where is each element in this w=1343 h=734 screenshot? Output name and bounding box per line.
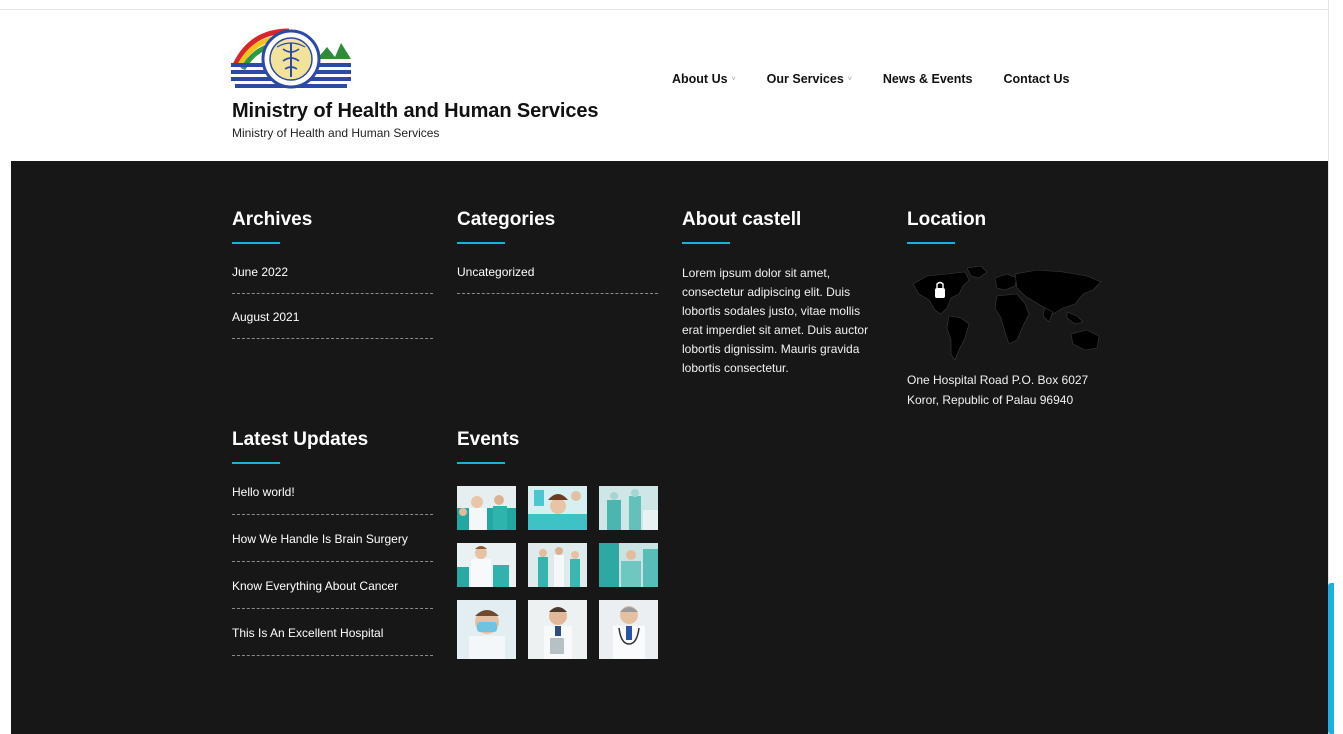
- operating-team-photo[interactable]: [599, 543, 658, 587]
- title-underline: [907, 242, 955, 244]
- page: Ministry of Health and Human Services Mi…: [0, 0, 1343, 734]
- nav-about-us[interactable]: About Us ˅: [672, 72, 736, 86]
- doctor-stethoscope-photo[interactable]: [599, 600, 658, 659]
- about-text: Lorem ipsum dolor sit amet, consectetur …: [682, 266, 869, 375]
- widget-title: Latest Updates: [232, 429, 369, 450]
- address-line: Koror, Republic of Palau 96940: [907, 393, 1074, 407]
- widget-title: About castell: [682, 209, 802, 230]
- categories-widget: Categories Uncategorized: [457, 209, 658, 310]
- nav-label: News & Events: [882, 72, 973, 86]
- doctors-group-photo[interactable]: [457, 543, 516, 587]
- nav-contact-us[interactable]: Contact Us: [1004, 72, 1070, 86]
- address-line: One Hospital Road P.O. Box 6027: [907, 373, 1089, 387]
- post-link[interactable]: Know Everything About Cancer: [232, 579, 433, 609]
- title-underline: [232, 242, 280, 244]
- site-header: Ministry of Health and Human Services Mi…: [11, 10, 1328, 161]
- chevron-down-icon: ˅: [731, 75, 736, 83]
- archive-link[interactable]: August 2021: [232, 310, 433, 339]
- title-underline: [457, 462, 505, 464]
- post-link[interactable]: This Is An Excellent Hospital: [232, 626, 433, 656]
- nav-label: About Us: [672, 72, 728, 86]
- nav-news-events[interactable]: News & Events: [883, 72, 973, 86]
- events-widget: Events: [457, 429, 658, 659]
- site-footer: Archives June 2022 August 2021 Categorie…: [11, 161, 1328, 734]
- title-underline: [682, 242, 730, 244]
- nav-label: Contact Us: [1003, 72, 1070, 86]
- title-underline: [457, 242, 505, 244]
- latest-updates-widget: Latest Updates Hello world! How We Handl…: [232, 429, 433, 673]
- about-widget: About castell Lorem ipsum dolor sit amet…: [682, 209, 882, 378]
- archives-widget: Archives June 2022 August 2021: [232, 209, 433, 355]
- category-link[interactable]: Uncategorized: [457, 265, 658, 294]
- dentist-patient-photo[interactable]: [528, 486, 587, 530]
- nurses-hallway-photo[interactable]: [528, 543, 587, 587]
- masked-doctor-photo[interactable]: [457, 600, 516, 659]
- nav-label: Our Services: [766, 72, 844, 86]
- left-margin: [0, 10, 11, 734]
- site-tagline: Ministry of Health and Human Services: [232, 126, 440, 140]
- location-widget: Location One Hospital Road P.O. Box 6027…: [907, 209, 1107, 410]
- site-title[interactable]: Ministry of Health and Human Services: [232, 100, 599, 123]
- widget-title: Categories: [457, 209, 556, 230]
- doctor-clipboard-photo[interactable]: [528, 600, 587, 659]
- post-link[interactable]: How We Handle Is Brain Surgery: [232, 532, 433, 562]
- categories-list: Uncategorized: [457, 265, 658, 294]
- events-gallery: [457, 486, 658, 659]
- widget-title: Events: [457, 429, 520, 450]
- archive-link[interactable]: June 2022: [232, 265, 433, 294]
- world-map-icon: [907, 264, 1107, 364]
- nav-our-services[interactable]: Our Services ˅: [767, 72, 852, 86]
- scrollbar-thumb[interactable]: [1328, 583, 1334, 734]
- post-link[interactable]: Hello world!: [232, 485, 433, 515]
- medical-team-photo[interactable]: [457, 486, 516, 530]
- ministry-seal-icon[interactable]: [231, 27, 351, 91]
- address: One Hospital Road P.O. Box 6027 Koror, R…: [907, 370, 1107, 410]
- widget-title: Archives: [232, 209, 313, 230]
- title-underline: [232, 462, 280, 464]
- archives-list: June 2022 August 2021: [232, 265, 433, 339]
- chevron-down-icon: ˅: [847, 75, 852, 83]
- main-nav: About Us ˅ Our Services ˅ News & Events …: [672, 72, 1101, 86]
- updates-list: Hello world! How We Handle Is Brain Surg…: [232, 485, 433, 656]
- surgery-room-photo[interactable]: [599, 486, 658, 530]
- widget-title: Location: [907, 209, 987, 230]
